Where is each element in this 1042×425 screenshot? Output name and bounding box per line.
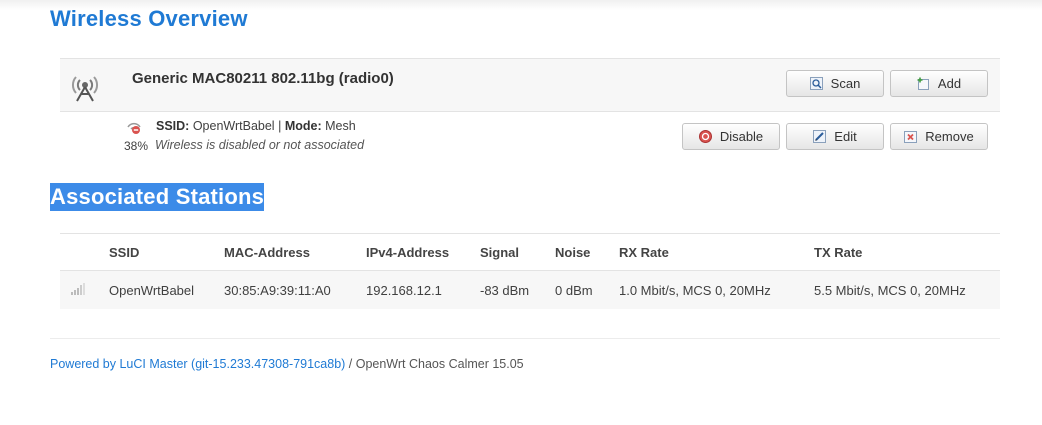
column-header-icon xyxy=(60,233,109,271)
mode-value: Mesh xyxy=(325,119,356,133)
signal-bars-icon xyxy=(70,282,86,299)
separator: | xyxy=(278,119,282,133)
station-tx-rate: 5.5 Mbit/s, MCS 0, 20MHz xyxy=(814,270,1000,309)
station-ipv4: 192.168.12.1 xyxy=(366,270,480,309)
footer-divider xyxy=(50,338,1000,339)
openwrt-version: / OpenWrt Chaos Calmer 15.05 xyxy=(345,357,524,371)
network-info: SSID: OpenWrtBabel | Mode: Mesh xyxy=(156,119,356,133)
network-status: Wireless is disabled or not associated xyxy=(155,138,365,152)
column-header-ipv4-address: IPv4-Address xyxy=(366,233,480,271)
stations-table: SSID MAC-Address IPv4-Address Signal Noi… xyxy=(60,233,1000,309)
column-header-ssid: SSID xyxy=(109,233,224,271)
column-header-mac-address: MAC-Address xyxy=(224,233,366,271)
station-rx-rate: 1.0 Mbit/s, MCS 0, 20MHz xyxy=(619,270,814,309)
station-ssid: OpenWrtBabel xyxy=(109,270,224,309)
associated-stations-title: Associated Stations xyxy=(50,183,265,211)
ssid-value: OpenWrtBabel xyxy=(192,119,275,133)
add-icon xyxy=(917,77,930,90)
disable-icon xyxy=(698,130,712,143)
edit-button[interactable]: Edit xyxy=(786,123,884,150)
disable-button-label: Disable xyxy=(719,129,764,144)
column-header-signal: Signal xyxy=(480,233,555,271)
add-button-label: Add xyxy=(937,76,962,91)
station-mac: 30:85:A9:39:11:A0 xyxy=(224,270,366,309)
table-row: OpenWrtBabel 30:85:A9:39:11:A0 192.168.1… xyxy=(60,270,1000,309)
column-header-rx-rate: RX Rate xyxy=(619,233,814,271)
wifi-radio-icon xyxy=(70,71,100,103)
table-header-row: SSID MAC-Address IPv4-Address Signal Noi… xyxy=(60,233,1000,271)
luci-version-link[interactable]: Powered by LuCI Master (git-15.233.47308… xyxy=(50,357,345,371)
ssid-label: SSID: xyxy=(156,119,190,133)
remove-button[interactable]: Remove xyxy=(890,123,988,150)
device-name: Generic MAC80211 802.11bg (radio0) xyxy=(132,70,394,87)
add-button[interactable]: Add xyxy=(890,70,988,97)
remove-button-label: Remove xyxy=(925,129,974,144)
footer: Powered by LuCI Master (git-15.233.47308… xyxy=(50,357,524,371)
page-title: Wireless Overview xyxy=(50,6,248,31)
scan-button[interactable]: Scan xyxy=(786,70,884,97)
edit-icon xyxy=(813,130,827,143)
station-signal: -83 dBm xyxy=(480,270,555,309)
column-header-tx-rate: TX Rate xyxy=(814,233,1000,271)
edit-button-label: Edit xyxy=(834,129,857,144)
radio-device-panel: Generic MAC80211 802.11bg (radio0) Scan … xyxy=(60,58,1000,163)
scan-button-label: Scan xyxy=(830,76,861,91)
disable-button[interactable]: Disable xyxy=(682,123,780,150)
radio-device-header: Generic MAC80211 802.11bg (radio0) Scan … xyxy=(60,59,1000,112)
mode-label: Mode: xyxy=(284,119,322,133)
signal-percent: 38% xyxy=(124,139,149,153)
signal-bars-cell xyxy=(60,270,109,309)
remove-icon xyxy=(904,130,918,143)
station-noise: 0 dBm xyxy=(555,270,619,309)
column-header-noise: Noise xyxy=(555,233,619,271)
wifi-disabled-icon xyxy=(126,119,142,135)
scan-icon xyxy=(809,77,823,90)
